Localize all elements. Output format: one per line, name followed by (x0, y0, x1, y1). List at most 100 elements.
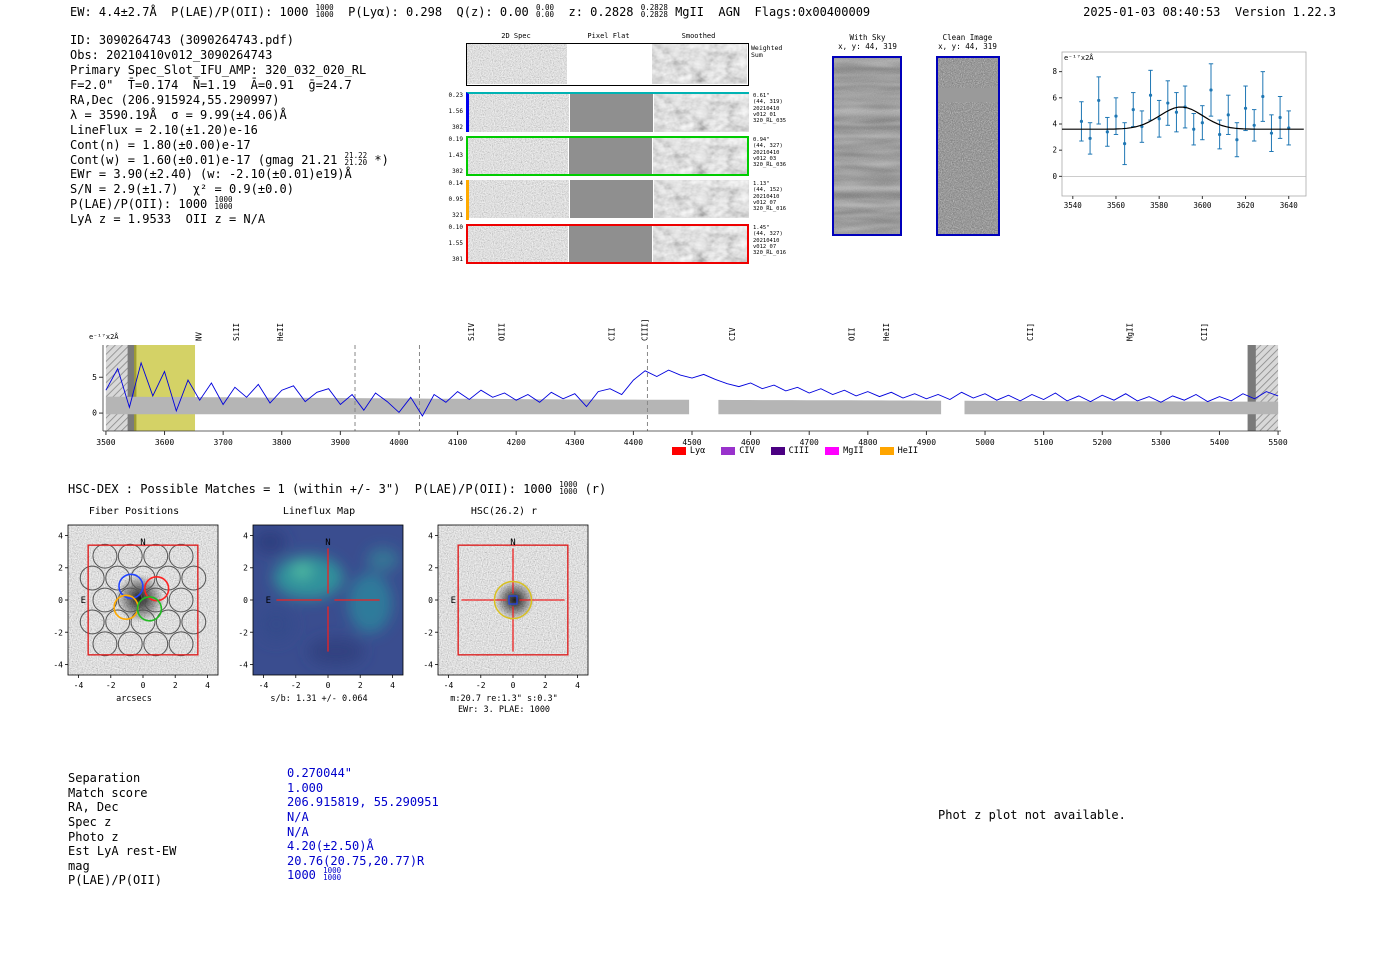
match-value: 206.915819, 55.290951 (287, 795, 439, 810)
legend-item: HeII (879, 446, 918, 456)
clean-image-noise (938, 58, 998, 234)
text-run: z: 0.2828 (554, 5, 641, 19)
pixel-flat-segment (569, 94, 654, 132)
fiber-positions-canvas: N E -4 -4 -2 -2 0 0 2 2 4 4 (34, 522, 234, 694)
info-line: Cont(n) = 1.80(±0.00)e-17 (70, 137, 389, 152)
svg-text:5200: 5200 (1093, 438, 1112, 447)
legend-swatch (721, 447, 736, 455)
summary-header: EW: 4.4±2.7Å P(LAE)/P(OII): 1000 1000 100… (70, 4, 871, 19)
spec2d-row: 0.23 1.56 302 0.61" (44, 319) 20210410 v012_01… (445, 92, 807, 132)
svg-text:-4: -4 (444, 681, 454, 690)
clean-image-header: Clean Image x, y: 44, 319 (925, 33, 1010, 51)
svg-text:3580: 3580 (1150, 201, 1169, 210)
svg-text:8: 8 (1052, 67, 1057, 76)
masked-stripe (938, 88, 998, 102)
info-line: LyA z = 1.9533 OII z = N/A (70, 212, 389, 227)
hsc-caption-2: EWr: 3. PLAE: 1000 (457, 705, 551, 715)
stacked-fraction: 1000 1000 (323, 866, 342, 883)
text-run: RA,Dec (206.915924,55.290997) (70, 93, 280, 107)
date-version: 2025-01-03 08:40:53 Version 1.22.3 (1083, 5, 1336, 19)
svg-text:2: 2 (543, 681, 548, 690)
info-line: F=2.0" T̄=0.174 N̄=1.19 Ā=0.91 ḡ=24.7 (70, 78, 389, 93)
svg-text:SiIV: SiIV (467, 322, 476, 341)
lineflux-map-title: Lineflux Map (282, 506, 356, 517)
match-label: Est LyA rest-EW (68, 844, 177, 859)
line-fit-chart: 3540 3560 3580 3600 3620 3640 0 2 4 6 8 e⁻¹⁷x2Å (1038, 44, 1313, 229)
match-label: P(LAE)/P(OII) (68, 873, 162, 888)
svg-text:3600: 3600 (1193, 201, 1212, 210)
svg-text:0: 0 (58, 596, 63, 605)
svg-text:N: N (510, 538, 515, 548)
svg-text:e⁻¹⁷x2Å: e⁻¹⁷x2Å (1064, 53, 1094, 62)
weighted-sum-strip (466, 43, 749, 86)
svg-text:-2: -2 (291, 681, 301, 690)
text-run: P(Lyα): 0.298 Q(z): 0.00 (333, 5, 536, 19)
svg-text:0: 0 (326, 681, 331, 690)
info-line: EWr = 3.90(±2.40) (w: -2.10(±0.01)e19)Å (70, 167, 389, 182)
text-run: *) (367, 152, 389, 167)
legend-item: Lyα (671, 446, 705, 456)
svg-text:N: N (140, 538, 145, 548)
svg-text:4200: 4200 (507, 438, 526, 447)
svg-text:4: 4 (390, 681, 395, 690)
info-line: Cont(w) = 1.60(±0.01)e-17 (gmag 21.21 21… (70, 151, 389, 167)
info-line: LineFlux = 2.10(±1.20)e-16 (70, 122, 389, 137)
with-sky-header: With Sky x, y: 44, 319 (820, 33, 915, 51)
match-table: Separation 0.270044" Match score 1.000 RA, D… (68, 766, 439, 888)
text-run: F=2.0" T̄=0.174 N̄=1.19 Ā=0.91 ḡ=24.7 (70, 78, 352, 93)
text-run: ID: 3090264743 (3090264743.pdf) (70, 33, 294, 48)
lineflux-map-canvas: N E -4 -4 -2 -2 0 0 2 2 4 4 (219, 522, 419, 694)
smoothed-segment (653, 226, 747, 262)
svg-text:2: 2 (1052, 146, 1057, 155)
svg-text:-4: -4 (423, 661, 433, 670)
match-label: Match score (68, 785, 148, 800)
svg-text:4: 4 (575, 681, 580, 690)
svg-text:2: 2 (173, 681, 178, 690)
pixel-flat-segment (567, 44, 652, 84)
spec2d-image-segment (467, 44, 567, 84)
svg-text:5300: 5300 (1151, 438, 1170, 447)
fiber-weight-labels: 0.23 1.56 302 (448, 92, 463, 131)
match-value: 0.270044" (287, 766, 353, 781)
svg-text:SiII: SiII (232, 323, 241, 341)
match-label: Separation (68, 771, 141, 786)
svg-text:-4: -4 (238, 661, 248, 670)
svg-text:E: E (81, 596, 86, 606)
legend-item: CIV (721, 446, 755, 456)
svg-text:0: 0 (428, 596, 433, 605)
photz-note: Phot z plot not available. (938, 808, 1126, 822)
svg-text:4: 4 (428, 531, 433, 540)
svg-text:OII: OII (847, 327, 856, 341)
with-sky-coords: x, y: 44, 319 (838, 42, 897, 51)
spec2d-image-segment (468, 226, 568, 262)
svg-text:-2: -2 (423, 628, 433, 637)
hsc-image-canvas: N E -4 -4 -2 -2 0 0 2 2 4 4 (404, 522, 604, 694)
col-header-smoothed: Smoothed (681, 32, 716, 40)
svg-text:HeII: HeII (882, 323, 891, 341)
pixel-flat-segment (568, 138, 653, 174)
smoothed-segment (652, 44, 747, 84)
text-run: MgII AGN Flags:0x00400009 (667, 5, 871, 19)
svg-text:3540: 3540 (1064, 201, 1083, 210)
text-run: LineFlux = 2.10(±1.20)e-16 (70, 122, 258, 137)
text-run: Obs: 20210410v012_3090264743 (70, 48, 273, 63)
fiber-annotation: 0.61" (44, 319) 20210410 v012_01 320_RL_035 (753, 93, 787, 125)
spec2d-panel: 2D Spec Pixel Flat Smoothed Weighted Sum… (445, 32, 807, 268)
match-label: mag (68, 858, 90, 873)
fiber-weight-labels: 0.14 0.95 321 (448, 180, 463, 219)
pixel-flat-segment (569, 180, 654, 218)
with-sky-title: With Sky (849, 33, 886, 42)
svg-text:0: 0 (243, 596, 248, 605)
detection-info-block: ID: 3090264743 (3090264743.pdf) Obs: 2021… (70, 33, 389, 227)
spec2d-strip (466, 180, 749, 220)
svg-text:4100: 4100 (448, 438, 467, 447)
smoothed-segment (653, 138, 747, 174)
svg-text:6: 6 (1052, 93, 1057, 102)
legend-swatch (770, 447, 785, 455)
hsc-caption-1: m:20.7 re:1.3" s:0.3" (450, 694, 558, 704)
svg-text:5400: 5400 (1210, 438, 1229, 447)
svg-text:E: E (451, 596, 456, 606)
spec2d-row: 0.19 1.43 302 0.94" (44, 327) 20210410 v012_03… (445, 136, 807, 176)
match-value: N/A (287, 810, 309, 825)
match-label: Photo z (68, 829, 119, 844)
